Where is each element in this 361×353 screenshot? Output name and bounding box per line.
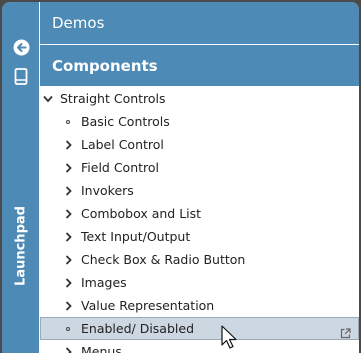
demos-header[interactable]: Demos	[40, 2, 359, 44]
tree-group-label: Straight Controls	[60, 91, 166, 106]
tree-item-label: Field Control	[81, 160, 160, 175]
tree-item-label: Invokers	[81, 183, 134, 198]
navigation-panel: Demos Components Straight Controls Basic…	[40, 2, 359, 353]
chevron-right-icon[interactable]	[63, 179, 73, 202]
chevron-right-icon[interactable]	[63, 294, 73, 317]
tree-item-menus[interactable]: Menus	[40, 340, 359, 353]
bullet-icon	[63, 110, 73, 133]
tree-item-label: Text Input/Output	[81, 229, 191, 244]
tree-item-label: Check Box & Radio Button	[81, 252, 246, 267]
side-rail: Launchpad	[2, 2, 39, 353]
tree-item-basic-controls[interactable]: Basic Controls	[40, 110, 359, 133]
chevron-right-icon[interactable]	[63, 225, 73, 248]
chevron-right-icon[interactable]	[63, 248, 73, 271]
tree-item-label: Label Control	[81, 137, 164, 152]
tree-item-label: Combobox and List	[81, 206, 202, 221]
chevron-right-icon[interactable]	[63, 202, 73, 225]
chevron-right-icon[interactable]	[63, 271, 73, 294]
tablet-icon[interactable]	[12, 67, 30, 85]
demos-title: Demos	[52, 14, 105, 32]
tree-item-label: Enabled/ Disabled	[81, 321, 195, 336]
tree-item-label-control[interactable]: Label Control	[40, 133, 359, 156]
launchpad-window: Launchpad Demos Components Straight Cont…	[2, 2, 359, 353]
launchpad-label[interactable]: Launchpad	[14, 206, 29, 286]
tree-item-field-control[interactable]: Field Control	[40, 156, 359, 179]
arrow-left-circle-icon[interactable]	[12, 38, 30, 56]
chevron-down-icon[interactable]	[43, 87, 53, 110]
tree-item-invokers[interactable]: Invokers	[40, 179, 359, 202]
tree-item-combobox-and-list[interactable]: Combobox and List	[40, 202, 359, 225]
chevron-right-icon[interactable]	[63, 133, 73, 156]
components-tree: Straight Controls Basic Controls Label C…	[40, 87, 359, 353]
tree-item-check-box-radio-button[interactable]: Check Box & Radio Button	[40, 248, 359, 271]
tree-group-straight-controls[interactable]: Straight Controls	[40, 87, 359, 110]
external-link-icon[interactable]	[340, 323, 351, 339]
mouse-pointer-icon	[221, 325, 237, 349]
bullet-icon	[63, 317, 73, 340]
tree-item-label: Basic Controls	[81, 114, 170, 129]
chevron-right-icon[interactable]	[63, 340, 73, 353]
chevron-right-icon[interactable]	[63, 156, 73, 179]
tree-item-text-input-output[interactable]: Text Input/Output	[40, 225, 359, 248]
components-title: Components	[52, 57, 158, 75]
tree-item-value-representation[interactable]: Value Representation	[40, 294, 359, 317]
tree-item-images[interactable]: Images	[40, 271, 359, 294]
components-header: Components	[40, 45, 359, 86]
tree-item-enabled-disabled[interactable]: Enabled/ Disabled	[40, 317, 359, 340]
tree-item-label: Menus	[81, 344, 122, 353]
tree-item-label: Images	[81, 275, 127, 290]
tree-item-label: Value Representation	[81, 298, 215, 313]
